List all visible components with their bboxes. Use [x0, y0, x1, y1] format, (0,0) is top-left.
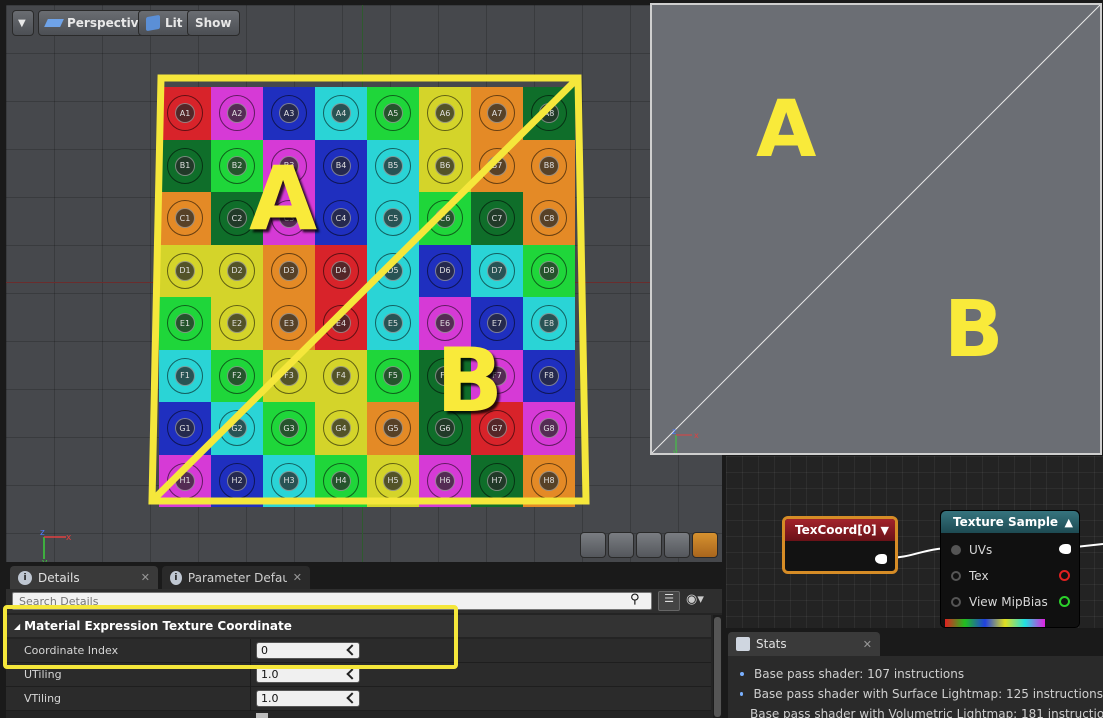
texcoord-output-pin[interactable] — [875, 554, 887, 564]
tab-label: Parameter Defaults — [187, 570, 287, 585]
preview-region-a-label: A — [756, 85, 817, 175]
svg-text:x: x — [694, 431, 699, 440]
checkbox[interactable] — [256, 713, 268, 718]
spin-arrow-icon — [346, 692, 358, 704]
tab-stats[interactable]: Stats ✕ — [728, 632, 880, 656]
eye-icon[interactable]: ◉▾ — [686, 592, 704, 607]
texture-sample-node-title: Texture Sample — [953, 515, 1059, 529]
stats-list: Base pass shader: 107 instructions Base … — [728, 656, 1103, 718]
preview-axis-gizmo-icon: z x y — [672, 427, 699, 455]
pin-row-tex[interactable]: Tex — [951, 569, 989, 583]
property-row-vtiling: VTiling 1.0 — [6, 687, 711, 711]
tex-input-pin[interactable] — [951, 571, 961, 581]
pin-label: View MipBias — [969, 595, 1048, 609]
close-icon[interactable]: ✕ — [863, 638, 872, 651]
pin-row-uvs[interactable]: UVs — [951, 543, 992, 557]
uvs-input-pin[interactable] — [951, 545, 961, 555]
uv-preview-panel: A B z x y — [650, 3, 1102, 455]
list-view-icon[interactable]: ☰ — [658, 591, 680, 611]
rgb-output-pin[interactable] — [1059, 544, 1071, 554]
svg-text:y: y — [673, 448, 678, 455]
svg-text:z: z — [672, 427, 676, 436]
bullet-icon — [740, 692, 744, 696]
region-b-label: B — [436, 329, 504, 432]
sphere-preview-button[interactable] — [608, 532, 634, 558]
stat-text: Base pass shader with Surface Lightmap: … — [753, 687, 1103, 701]
view-mipbias-input-pin[interactable] — [951, 597, 961, 607]
material-graph[interactable]: TexCoord[0] ▼ Texture Sample ▲ UVs Tex V… — [726, 456, 1103, 628]
stat-line: Base pass shader with Surface Lightmap: … — [740, 684, 1103, 704]
texcoord-node[interactable]: TexCoord[0] ▼ — [782, 516, 898, 574]
property-label: UTiling — [24, 668, 62, 681]
search-icon[interactable]: ⚲ — [630, 592, 640, 607]
bullet-icon — [740, 672, 744, 676]
close-icon[interactable]: ✕ — [141, 571, 150, 584]
pin-label: UVs — [969, 543, 993, 557]
info-icon: i — [170, 570, 182, 585]
details-tab-bar: i Details ✕ i Parameter Defaults ✕ — [6, 563, 722, 589]
custom-mesh-preview-button[interactable] — [692, 532, 718, 558]
highlight-annotation-box — [3, 605, 458, 669]
close-icon[interactable]: ✕ — [293, 571, 302, 584]
cube-preview-button[interactable] — [664, 532, 690, 558]
pin-label: Tex — [969, 569, 989, 583]
plane-preview-button[interactable] — [636, 532, 662, 558]
green-output-pin[interactable] — [1059, 596, 1070, 607]
uv-region-overlay — [148, 74, 590, 505]
field-value: 1.0 — [261, 692, 279, 705]
stats-icon — [736, 637, 750, 651]
red-output-pin[interactable] — [1059, 570, 1070, 581]
stat-text: Base pass shader: 107 instructions — [754, 667, 965, 681]
texture-thumbnail — [945, 619, 1045, 627]
svg-text:z: z — [40, 528, 45, 538]
preview-region-b-label: B — [944, 285, 1004, 375]
tab-label: Details — [38, 570, 80, 585]
scrollbar-thumb[interactable] — [714, 617, 721, 717]
pin-row-view-mipbias[interactable]: View MipBias — [951, 595, 1048, 609]
stat-line: Base pass shader: 107 instructions — [740, 664, 1103, 684]
svg-text:x: x — [66, 533, 72, 543]
tab-label: Stats — [756, 637, 787, 651]
uv-diagonal — [652, 5, 1100, 453]
collapse-arrow-icon[interactable]: ▼ — [881, 524, 889, 537]
region-a-label: A — [249, 147, 318, 250]
main-viewport[interactable]: ▼ Perspective Lit Show A1 A2 A3 A4 A5 A6 A7 A8 B… — [6, 5, 722, 562]
axis-gizmo-icon: z x y — [40, 528, 72, 562]
info-icon: i — [18, 570, 32, 585]
stat-text: Base pass shader with Volumetric Lightma… — [750, 707, 1103, 718]
field-value: 1.0 — [261, 668, 279, 681]
preview-shape-buttons — [580, 532, 718, 558]
stats-panel: Stats ✕ Base pass shader: 107 instructio… — [726, 630, 1103, 718]
texture-sample-node[interactable]: Texture Sample ▲ UVs Tex View MipBias — [940, 510, 1080, 628]
collapse-arrow-icon[interactable]: ▲ — [1065, 516, 1073, 529]
spin-arrow-icon — [346, 668, 358, 680]
svg-text:y: y — [42, 558, 48, 562]
tab-parameter-defaults[interactable]: i Parameter Defaults ✕ — [162, 566, 310, 589]
tab-details[interactable]: i Details ✕ — [10, 566, 158, 589]
texcoord-node-title: TexCoord[0] — [795, 523, 877, 537]
uv-quad-diagonal — [149, 75, 581, 504]
property-label: VTiling — [24, 692, 62, 705]
details-scrollbar[interactable] — [713, 615, 722, 718]
vtiling-field[interactable]: 1.0 — [256, 690, 360, 707]
stat-line: Base pass shader with Volumetric Lightma… — [740, 704, 1103, 718]
cylinder-preview-button[interactable] — [580, 532, 606, 558]
column-divider[interactable] — [250, 687, 251, 711]
